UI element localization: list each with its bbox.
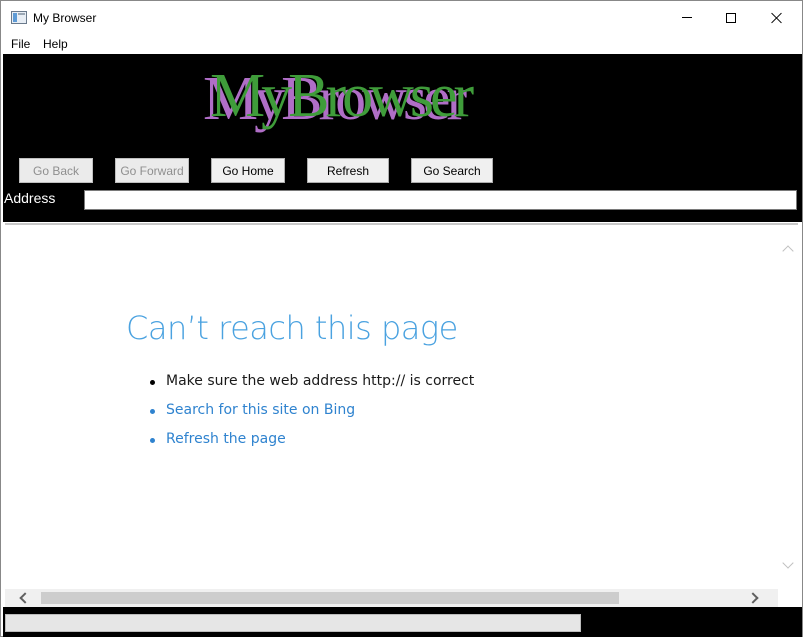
browser-header: MyBrowser MyBrowser Go Back Go Forward G… <box>3 54 802 222</box>
menu-file[interactable]: File <box>11 37 30 51</box>
browser-window: My Browser File Help MyBrowser MyBrowser… <box>0 0 803 637</box>
go-home-button[interactable]: Go Home <box>211 158 285 183</box>
go-back-button[interactable]: Go Back <box>19 158 93 183</box>
logo-text: MyBrowser <box>210 62 474 130</box>
web-view[interactable]: Can’t reach this page Make sure the web … <box>5 223 798 607</box>
address-input[interactable] <box>84 190 797 210</box>
refresh-page-link[interactable]: Refresh the page <box>150 429 474 458</box>
chevron-right-icon <box>747 592 759 604</box>
title-bar: My Browser <box>1 1 802 34</box>
vertical-scrollbar[interactable] <box>778 225 798 589</box>
menu-bar: File Help <box>1 34 802 54</box>
chevron-down-icon <box>782 557 794 569</box>
scroll-up-button[interactable] <box>782 243 794 257</box>
search-bing-link[interactable]: Search for this site on Bing <box>150 400 474 429</box>
minimize-icon <box>682 17 692 18</box>
maximize-icon <box>726 12 736 23</box>
chevron-left-icon <box>19 592 31 604</box>
suggestion-check-address: Make sure the web address http:// is cor… <box>150 371 474 400</box>
error-title: Can’t reach this page <box>126 309 458 347</box>
browser-logo: MyBrowser MyBrowser <box>203 65 474 130</box>
horizontal-scroll-thumb[interactable] <box>41 592 619 604</box>
minimize-button[interactable] <box>664 1 710 34</box>
error-suggestions: Make sure the web address http:// is cor… <box>150 371 474 458</box>
app-icon <box>11 11 27 24</box>
close-button[interactable] <box>754 1 800 34</box>
maximize-button[interactable] <box>708 1 754 34</box>
address-label: Address <box>4 190 56 206</box>
scroll-down-button[interactable] <box>782 557 794 573</box>
menu-help[interactable]: Help <box>43 37 68 51</box>
progress-bar <box>5 614 581 632</box>
window-title: My Browser <box>33 11 97 25</box>
refresh-button[interactable]: Refresh <box>307 158 389 183</box>
scroll-left-button[interactable] <box>17 592 31 604</box>
close-icon <box>771 12 783 24</box>
horizontal-scrollbar[interactable] <box>5 589 778 607</box>
go-search-button[interactable]: Go Search <box>411 158 493 183</box>
chevron-up-icon <box>782 245 794 257</box>
status-bar <box>3 607 802 637</box>
scroll-right-button[interactable] <box>747 592 761 604</box>
go-forward-button[interactable]: Go Forward <box>115 158 189 183</box>
